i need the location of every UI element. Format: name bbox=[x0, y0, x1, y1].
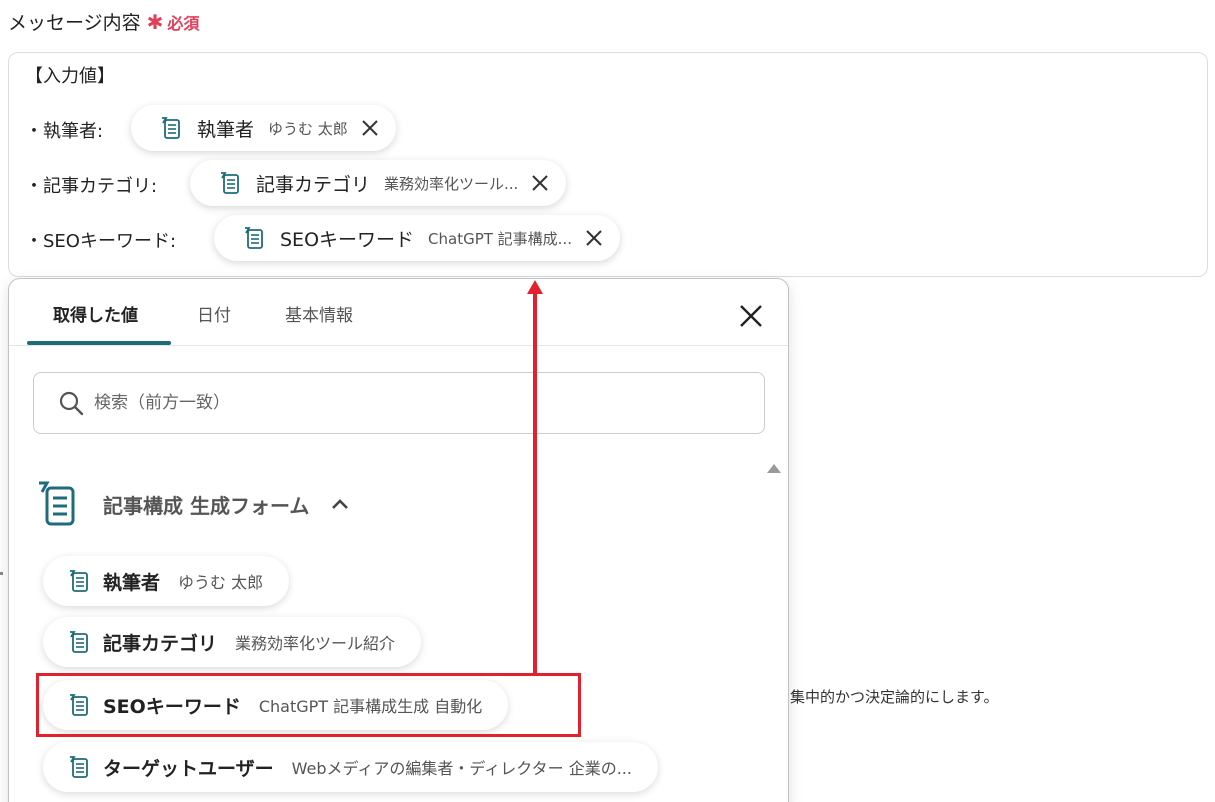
search-field[interactable] bbox=[33, 372, 765, 434]
form-icon bbox=[162, 117, 180, 139]
item-name: ターゲットユーザー bbox=[103, 757, 274, 780]
required-text: 必須 bbox=[167, 13, 200, 33]
form-icon bbox=[221, 172, 239, 194]
form-icon bbox=[70, 631, 88, 653]
form-icon bbox=[245, 227, 263, 249]
list-item[interactable]: 記事カテゴリ 業務効率化ツール紹介 bbox=[43, 617, 422, 667]
message-textarea[interactable]: 【入力値】 ・執筆者: 執筆者 ゆうむ 太郎 ・記事カテゴリ: 記事カテゴリ 業… bbox=[8, 52, 1208, 277]
message-heading: 【入力値】 bbox=[25, 66, 115, 87]
list-item[interactable]: 執筆者 ゆうむ 太郎 bbox=[43, 556, 290, 606]
message-label-author: ・執筆者: bbox=[25, 121, 104, 142]
form-icon bbox=[70, 570, 88, 592]
background-mark bbox=[0, 572, 3, 575]
variable-chip-seo[interactable]: SEOキーワード ChatGPT 記事構成... bbox=[214, 215, 620, 261]
close-icon[interactable] bbox=[528, 171, 552, 195]
chip-value: ゆうむ 太郎 bbox=[268, 119, 348, 138]
required-star-icon: ✱ bbox=[146, 9, 164, 34]
close-icon[interactable] bbox=[736, 301, 766, 331]
item-name: 記事カテゴリ bbox=[103, 632, 218, 655]
form-icon bbox=[70, 756, 88, 778]
annotation-arrow-head bbox=[527, 280, 543, 294]
item-value: ゆうむ 太郎 bbox=[178, 573, 264, 592]
close-icon[interactable] bbox=[582, 226, 606, 250]
form-icon bbox=[39, 481, 75, 526]
scroll-up-arrow[interactable] bbox=[767, 464, 781, 473]
message-label-category: ・記事カテゴリ: bbox=[25, 176, 158, 197]
chip-name: 記事カテゴリ bbox=[256, 173, 371, 196]
chip-name: SEOキーワード bbox=[280, 228, 415, 251]
form-group-title: 記事構成 生成フォーム bbox=[103, 493, 310, 518]
field-label: メッセージ内容 ✱ 必須 bbox=[8, 8, 199, 35]
annotation-highlight-box bbox=[36, 673, 581, 737]
message-label-seo: ・SEOキーワード: bbox=[25, 231, 177, 252]
item-name: 執筆者 bbox=[103, 571, 161, 594]
item-value: 業務効率化ツール紹介 bbox=[235, 634, 396, 653]
form-group-header[interactable]: 記事構成 生成フォーム bbox=[33, 479, 351, 529]
variable-chip-author[interactable]: 執筆者 ゆうむ 太郎 bbox=[131, 105, 396, 151]
close-icon[interactable] bbox=[358, 116, 382, 140]
chevron-up-icon[interactable] bbox=[329, 493, 351, 515]
tab-divider bbox=[9, 345, 788, 346]
item-value: Webメディアの編集者・ディレクター 企業の... bbox=[291, 759, 632, 778]
search-icon bbox=[59, 391, 84, 416]
search-input[interactable] bbox=[94, 393, 694, 413]
background-help-text: り集中的かつ決定論的にします。 bbox=[775, 688, 999, 706]
tab-date[interactable]: 日付 bbox=[197, 301, 231, 326]
variable-chip-category[interactable]: 記事カテゴリ 業務効率化ツール... bbox=[190, 160, 567, 206]
tab-basic-info[interactable]: 基本情報 bbox=[285, 301, 353, 326]
tab-acquired-values[interactable]: 取得した値 bbox=[53, 301, 138, 326]
list-item[interactable]: ターゲットユーザー Webメディアの編集者・ディレクター 企業の... bbox=[43, 742, 658, 792]
chip-value: 業務効率化ツール... bbox=[384, 174, 519, 193]
chip-value: ChatGPT 記事構成... bbox=[428, 229, 572, 248]
annotation-arrow-line bbox=[533, 292, 537, 674]
chip-name: 執筆者 bbox=[197, 118, 255, 141]
field-label-text: メッセージ内容 bbox=[8, 12, 141, 34]
